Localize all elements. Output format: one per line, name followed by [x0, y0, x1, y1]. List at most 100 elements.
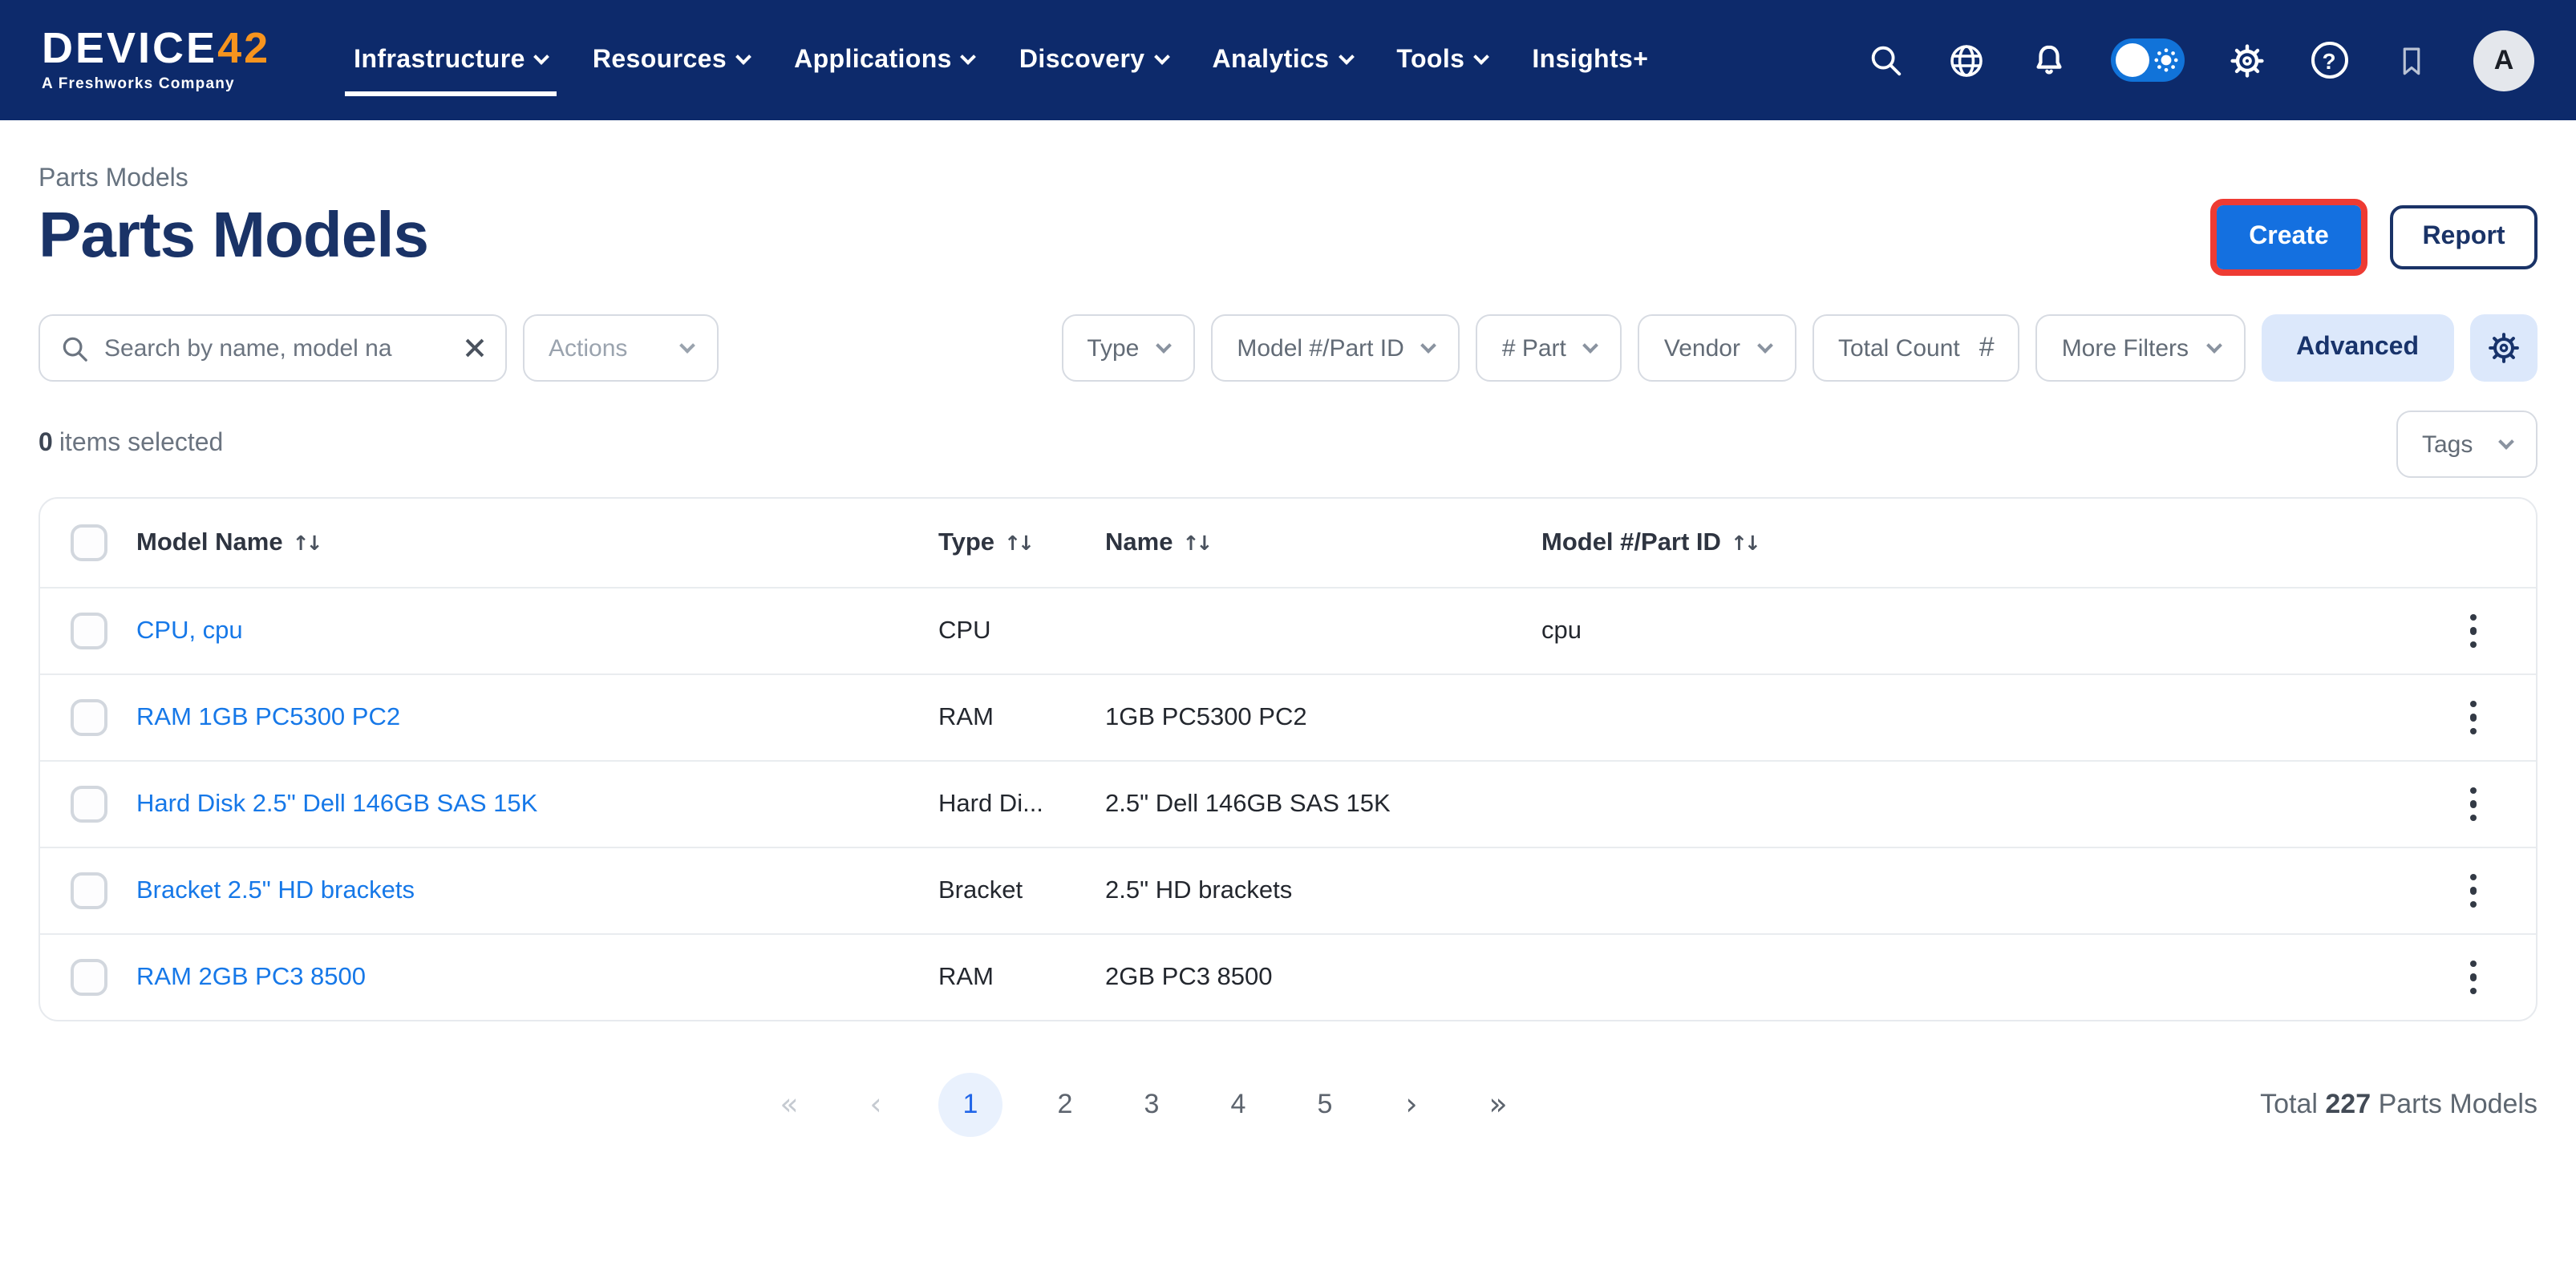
user-avatar[interactable]: A: [2473, 30, 2534, 91]
more-filters-dropdown[interactable]: More Filters: [2036, 314, 2245, 382]
row-actions-kebab-icon[interactable]: [2452, 862, 2494, 920]
chevron-down-icon: [961, 49, 977, 65]
sun-icon: [2154, 48, 2178, 72]
row-checkbox[interactable]: [70, 872, 107, 909]
row-actions-kebab-icon[interactable]: [2452, 775, 2494, 833]
logo-brand-accent: 42: [217, 25, 270, 73]
create-button[interactable]: Create: [2217, 204, 2361, 269]
search-icon[interactable]: [1865, 41, 1904, 79]
page-button-1[interactable]: 1: [938, 1073, 1002, 1137]
last-page-button[interactable]: »: [1474, 1073, 1522, 1137]
top-navbar: DEVICE42 A Freshworks Company Infrastruc…: [0, 0, 2576, 120]
vendor-filter-label: Vendor: [1664, 334, 1740, 362]
title-row: Parts Models Create Report: [38, 200, 2538, 273]
page-title: Parts Models: [38, 200, 428, 273]
select-all-checkbox[interactable]: [70, 524, 107, 561]
row-actions-kebab-icon[interactable]: [2452, 602, 2494, 660]
parts-models-table: Model Name ↑↓ Type↑↓ Name↑↓ Model #/Part …: [38, 497, 2538, 1021]
table-header-row: Model Name ↑↓ Type↑↓ Name↑↓ Model #/Part …: [40, 499, 2536, 587]
model-name-link[interactable]: RAM 1GB PC5300 PC2: [136, 703, 938, 732]
report-button[interactable]: Report: [2390, 204, 2538, 269]
gear-icon: [2486, 330, 2521, 366]
column-header-type[interactable]: Type↑↓: [938, 528, 1105, 557]
vendor-filter-dropdown[interactable]: Vendor: [1638, 314, 1796, 382]
prev-page-button[interactable]: ‹: [852, 1073, 900, 1137]
bookmark-icon[interactable]: [2392, 41, 2430, 79]
row-actions-kebab-icon[interactable]: [2452, 689, 2494, 746]
more-filters-label: More Filters: [2062, 334, 2189, 362]
nav-item-applications[interactable]: Applications: [772, 0, 997, 120]
sort-icon[interactable]: ↑↓: [293, 531, 320, 555]
column-header-name[interactable]: Name↑↓: [1105, 528, 1541, 557]
nav-item-tools[interactable]: Tools: [1374, 0, 1509, 120]
name-cell: 2.5" HD brackets: [1105, 876, 1541, 905]
row-checkbox[interactable]: [70, 959, 107, 996]
model-name-link[interactable]: RAM 2GB PC3 8500: [136, 963, 938, 992]
page-button-4[interactable]: 4: [1214, 1073, 1262, 1137]
advanced-button[interactable]: Advanced: [2261, 314, 2454, 382]
table-row: RAM 2GB PC3 8500 RAM 2GB PC3 8500: [40, 933, 2536, 1020]
sort-icon[interactable]: ↑↓: [1004, 531, 1031, 555]
page-button-3[interactable]: 3: [1128, 1073, 1176, 1137]
search-input[interactable]: [104, 334, 449, 362]
row-checkbox[interactable]: [70, 699, 107, 736]
chevron-down-icon: [1421, 337, 1437, 353]
name-cell: 2.5" Dell 146GB SAS 15K: [1105, 790, 1541, 819]
device42-logo[interactable]: DEVICE42 A Freshworks Company: [42, 28, 270, 93]
total-count-text: Total 227 Parts Models: [2260, 1089, 2538, 1121]
column-header-model-part-id[interactable]: Model #/Part ID↑↓: [1541, 528, 2440, 557]
toggle-knob: [2116, 43, 2149, 77]
hash-icon: #: [1979, 332, 1995, 364]
num-part-filter-label: # Part: [1502, 334, 1566, 362]
num-part-filter-dropdown[interactable]: # Part: [1476, 314, 1622, 382]
column-label: Model Name: [136, 528, 283, 557]
nav-item-label: Insights+: [1532, 46, 1648, 75]
model-name-link[interactable]: CPU, cpu: [136, 617, 938, 645]
row-checkbox[interactable]: [70, 786, 107, 823]
gear-icon[interactable]: [2228, 41, 2266, 79]
nav-item-insights-plus[interactable]: Insights+: [1509, 0, 1671, 120]
chevron-down-icon: [679, 337, 695, 353]
selected-count: 0: [38, 430, 53, 457]
model-part-id-filter-dropdown[interactable]: Model #/Part ID: [1211, 314, 1460, 382]
actions-label: Actions: [549, 334, 627, 362]
filter-group: Type Model #/Part ID # Part Vendor Total…: [1061, 314, 2538, 382]
nav-item-discovery[interactable]: Discovery: [997, 0, 1190, 120]
chevron-down-icon: [1583, 337, 1599, 353]
next-page-button[interactable]: ›: [1387, 1073, 1436, 1137]
row-actions-kebab-icon[interactable]: [2452, 948, 2494, 1006]
tags-dropdown[interactable]: Tags: [2396, 411, 2538, 478]
nav-item-resources[interactable]: Resources: [570, 0, 772, 120]
sort-icon[interactable]: ↑↓: [1731, 531, 1758, 555]
actions-dropdown[interactable]: Actions: [523, 314, 719, 382]
type-filter-dropdown[interactable]: Type: [1061, 314, 1195, 382]
total-count-filter[interactable]: Total Count#: [1813, 314, 2020, 382]
nav-item-infrastructure[interactable]: Infrastructure: [331, 0, 570, 120]
row-checkbox[interactable]: [70, 613, 107, 649]
parts-models-page: DEVICE42 A Freshworks Company Infrastruc…: [0, 0, 2576, 1270]
table-settings-button[interactable]: [2470, 314, 2538, 382]
nav-item-label: Analytics: [1213, 46, 1330, 75]
model-name-link[interactable]: Bracket 2.5" HD brackets: [136, 876, 938, 905]
model-name-link[interactable]: Hard Disk 2.5" Dell 146GB SAS 15K: [136, 790, 938, 819]
clear-search-icon[interactable]: [464, 337, 486, 359]
page-button-2[interactable]: 2: [1041, 1073, 1089, 1137]
theme-toggle[interactable]: [2111, 38, 2185, 82]
total-prefix: Total: [2260, 1089, 2325, 1119]
page-button-5[interactable]: 5: [1301, 1073, 1349, 1137]
filter-toolbar: Actions Type Model #/Part ID # Part Vend…: [38, 314, 2538, 382]
column-header-model-name[interactable]: Model Name ↑↓: [136, 528, 938, 557]
nav-item-analytics[interactable]: Analytics: [1190, 0, 1375, 120]
sort-icon[interactable]: ↑↓: [1182, 531, 1209, 555]
breadcrumb[interactable]: Parts Models: [38, 165, 2538, 194]
search-box[interactable]: [38, 314, 507, 382]
main-content: Parts Models Parts Models Create Report …: [0, 165, 2576, 1143]
bell-icon[interactable]: [2029, 41, 2068, 79]
globe-icon[interactable]: [1947, 41, 1986, 79]
chevron-down-icon: [2205, 337, 2222, 353]
chevron-down-icon: [2498, 433, 2514, 449]
first-page-button[interactable]: «: [765, 1073, 813, 1137]
chevron-down-icon: [1339, 49, 1355, 65]
nav-item-label: Discovery: [1019, 46, 1145, 75]
help-icon[interactable]: ?: [2310, 41, 2348, 79]
